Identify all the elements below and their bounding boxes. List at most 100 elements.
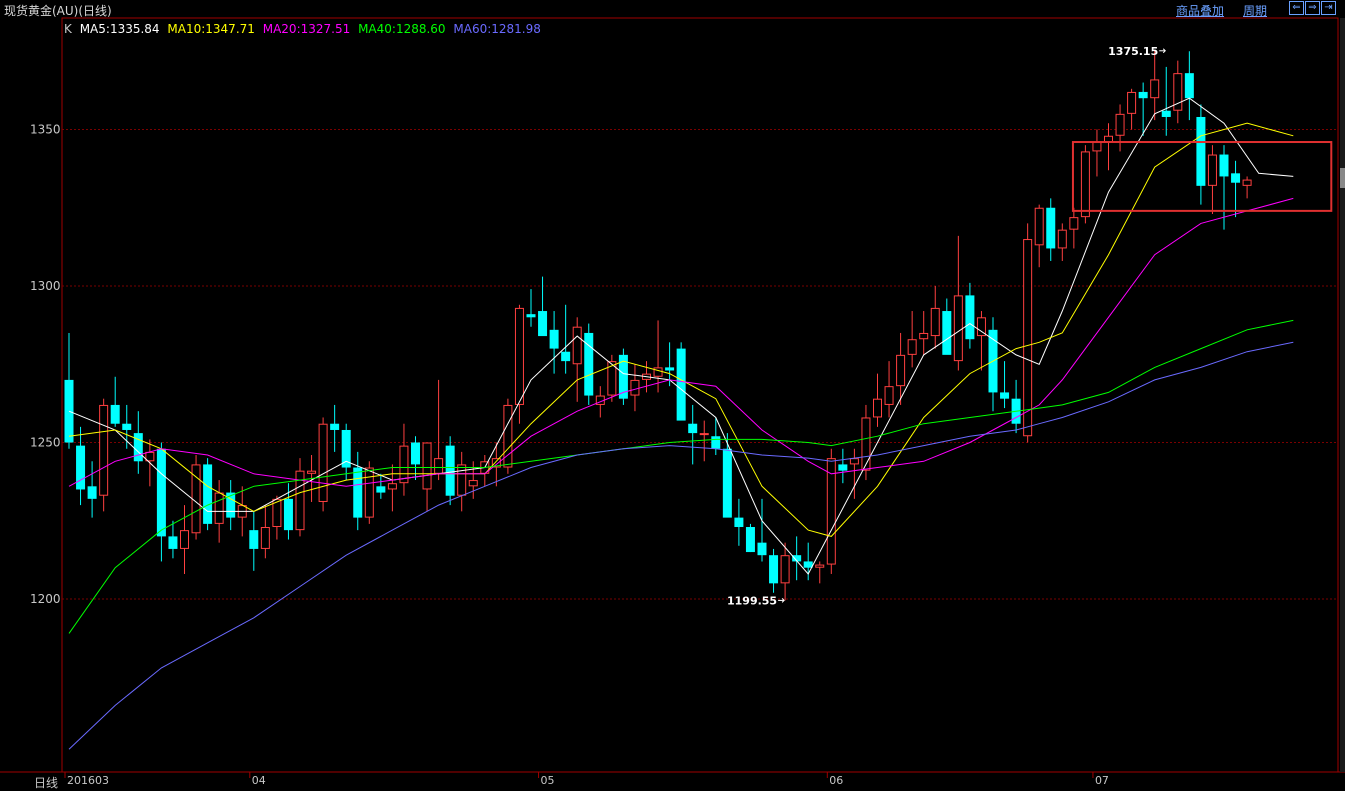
candle — [1115, 104, 1125, 152]
candle — [953, 235, 963, 371]
candle — [976, 311, 986, 371]
right-scrollbar[interactable] — [1340, 18, 1345, 772]
ma-line-ma5 — [68, 97, 1294, 575]
candle-body — [468, 480, 478, 487]
candle-body — [1161, 110, 1171, 117]
candle — [1196, 104, 1206, 205]
candle — [503, 398, 513, 474]
candle — [688, 404, 698, 465]
candle-body — [214, 492, 224, 524]
candle — [826, 448, 836, 574]
candle-body — [1057, 229, 1067, 249]
candle — [87, 461, 97, 518]
candle-body — [1115, 113, 1125, 136]
candle-body — [1046, 207, 1056, 249]
candle-body — [260, 527, 270, 549]
candle-body — [226, 492, 236, 518]
price-annotation: 1375.15 — [1108, 45, 1158, 58]
scrollbar-thumb[interactable] — [1340, 168, 1345, 188]
candle-body — [1034, 207, 1044, 246]
candle-body — [1092, 142, 1102, 152]
candle — [110, 376, 120, 427]
candle — [769, 548, 779, 593]
candle — [99, 398, 109, 512]
candlestick-chart[interactable]: 1200125013001350 201603 04 05 06 07 1375.151… — [0, 0, 1345, 790]
candle-body — [87, 486, 97, 499]
candle — [942, 298, 952, 355]
candle — [283, 483, 293, 540]
candle-body — [1023, 239, 1033, 437]
candle — [561, 304, 571, 374]
candle-body — [688, 423, 698, 434]
candle-body — [1127, 91, 1137, 114]
candle — [1034, 204, 1044, 268]
candle — [965, 282, 975, 349]
candle-body — [76, 445, 86, 490]
candle-body — [653, 367, 663, 377]
candle-body — [1231, 173, 1241, 183]
candle — [792, 536, 802, 581]
candle-body — [318, 423, 328, 502]
bottom-bar: 日线 — [0, 772, 1345, 790]
candle-body — [364, 467, 374, 518]
candle-body — [919, 332, 929, 340]
candle-body — [353, 467, 363, 518]
candle-body — [953, 295, 963, 362]
price-annotation: 1199.55 — [727, 594, 777, 607]
period-label: 日线 — [34, 776, 59, 790]
candle-body — [445, 445, 455, 496]
candle — [1161, 66, 1171, 136]
candle — [1011, 379, 1021, 434]
candle — [1057, 223, 1067, 261]
candle-body — [514, 307, 524, 405]
candle-body — [133, 433, 143, 462]
candle — [434, 379, 444, 481]
candle — [1242, 176, 1252, 199]
candle — [514, 304, 524, 424]
candle — [907, 311, 917, 368]
candle-body — [387, 483, 397, 490]
candle — [1127, 88, 1137, 130]
candle — [526, 289, 536, 327]
candle — [64, 332, 74, 449]
candle-body — [422, 442, 432, 490]
candle-body — [341, 429, 351, 468]
candle-body — [930, 307, 940, 337]
candle — [133, 411, 143, 474]
candle — [376, 473, 386, 499]
candle — [457, 451, 467, 512]
candle-body — [722, 448, 732, 518]
candle — [445, 436, 455, 506]
candle-body — [896, 354, 906, 387]
candle-body — [283, 498, 293, 531]
candle — [203, 458, 213, 531]
candle-body — [1069, 217, 1079, 230]
candle — [1000, 361, 1010, 409]
candle-body — [457, 464, 467, 496]
candle — [873, 373, 882, 427]
candle-body — [849, 458, 859, 465]
ma-line-ma10 — [68, 122, 1294, 537]
candle-body — [330, 423, 340, 430]
candle-body — [1219, 154, 1229, 177]
candle — [919, 311, 929, 355]
candle-body — [156, 448, 166, 537]
candle — [1104, 123, 1113, 171]
candle — [226, 480, 236, 531]
candle-body — [307, 470, 317, 474]
candle-body — [549, 329, 559, 349]
candle — [341, 423, 351, 481]
candle — [156, 442, 166, 562]
candle-body — [665, 367, 675, 371]
candle — [1046, 198, 1056, 261]
candle-body — [1242, 179, 1252, 186]
candle-body — [411, 442, 420, 465]
candle-body — [873, 398, 882, 418]
candle-body — [399, 445, 409, 484]
candle-body — [1184, 73, 1194, 99]
candle-body — [538, 311, 548, 337]
candle — [1184, 51, 1194, 121]
candle — [295, 458, 305, 537]
candle-body — [180, 530, 189, 549]
candle — [168, 520, 178, 559]
